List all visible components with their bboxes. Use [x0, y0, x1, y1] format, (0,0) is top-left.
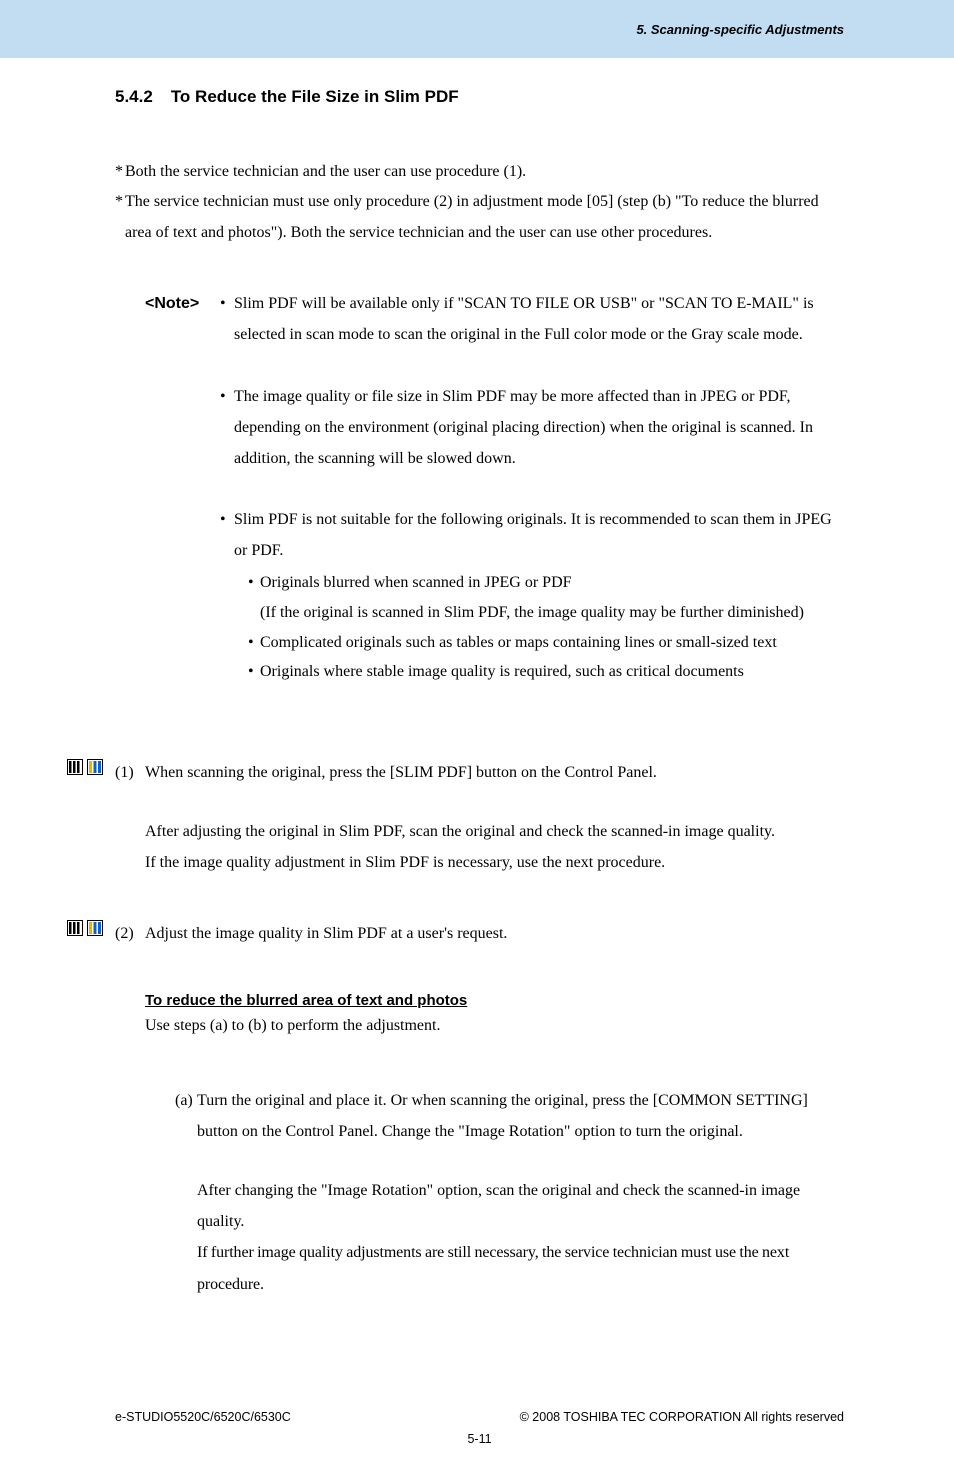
grid-bw-icon	[67, 920, 83, 936]
note-item-2: The image quality or file size in Slim P…	[234, 381, 844, 475]
procedure-1-after-1: After adjusting the original in Slim PDF…	[145, 816, 844, 847]
note-label: <Note>	[145, 288, 220, 687]
grid-color-icon	[87, 920, 103, 936]
procedure-2-number: (2)	[115, 918, 145, 949]
intro-block: * Both the service technician and the us…	[115, 157, 844, 248]
step-a-after-1: After changing the "Image Rotation" opti…	[197, 1175, 844, 1237]
bullet-icon: •	[220, 288, 234, 350]
asterisk-icon: *	[115, 187, 125, 217]
section-heading-text: To Reduce the File Size in Slim PDF	[171, 87, 459, 106]
procedure-2-row: (2) Adjust the image quality in Slim PDF…	[67, 918, 844, 949]
step-a-row: (a) Turn the original and place it. Or w…	[175, 1085, 844, 1147]
procedure-1-number: (1)	[115, 757, 145, 788]
chapter-label: 5. Scanning-specific Adjustments	[636, 22, 844, 37]
page-footer: e-STUDIO5520C/6520C/6530C © 2008 TOSHIBA…	[0, 1410, 954, 1476]
intro-text-2a: The service technician must use only pro…	[125, 187, 844, 217]
note-item-3: Slim PDF is not suitable for the followi…	[234, 504, 844, 566]
procedure-icons	[67, 918, 115, 936]
note-item-1: Slim PDF will be available only if "SCAN…	[234, 288, 844, 350]
bullet-icon: •	[220, 381, 234, 475]
intro-text-1: Both the service technician and the user…	[125, 157, 844, 187]
footer-model: e-STUDIO5520C/6520C/6530C	[115, 1410, 291, 1424]
footer-page-number: 5-11	[115, 1432, 844, 1446]
note-block: <Note> • Slim PDF will be available only…	[145, 288, 844, 687]
note-sublist: • Originals blurred when scanned in JPEG…	[248, 568, 844, 686]
grid-color-icon	[87, 759, 103, 775]
bullet-icon: •	[248, 568, 260, 598]
bullet-icon: •	[220, 504, 234, 566]
subsection-intro: Use steps (a) to (b) to perform the adju…	[145, 1017, 844, 1035]
subsection-heading: To reduce the blurred area of text and p…	[145, 992, 844, 1009]
section-number: 5.4.2	[115, 87, 153, 106]
note-sub-a-paren: (If the original is scanned in Slim PDF,…	[260, 598, 804, 628]
note-sub-a: Originals blurred when scanned in JPEG o…	[260, 568, 844, 598]
procedure-1-row: (1) When scanning the original, press th…	[67, 757, 844, 788]
asterisk-icon: *	[115, 157, 125, 187]
step-a-label: (a)	[175, 1085, 197, 1147]
section-title: 5.4.2 To Reduce the File Size in Slim PDF	[115, 87, 844, 107]
page-body: 5.4.2 To Reduce the File Size in Slim PDF…	[0, 58, 954, 1300]
note-sub-b: Complicated originals such as tables or …	[260, 628, 844, 658]
procedure-2-text: Adjust the image quality in Slim PDF at …	[145, 918, 844, 949]
bullet-icon: •	[248, 628, 260, 658]
step-a-text: Turn the original and place it. Or when …	[197, 1085, 844, 1147]
intro-text-2b: area of text and photos"). Both the serv…	[125, 218, 844, 248]
footer-copyright: © 2008 TOSHIBA TEC CORPORATION All right…	[520, 1410, 844, 1424]
step-a-after-2: If further image quality adjustments are…	[197, 1237, 844, 1299]
note-sub-c: Originals where stable image quality is …	[260, 657, 844, 687]
header-band: 5. Scanning-specific Adjustments	[0, 0, 954, 58]
procedure-1-after-2: If the image quality adjustment in Slim …	[145, 847, 844, 878]
procedure-1-after: After adjusting the original in Slim PDF…	[145, 816, 844, 878]
grid-bw-icon	[67, 759, 83, 775]
step-a-after: After changing the "Image Rotation" opti…	[197, 1175, 844, 1300]
procedure-icons	[67, 757, 115, 775]
procedure-1-text: When scanning the original, press the [S…	[145, 757, 844, 788]
bullet-icon: •	[248, 657, 260, 687]
